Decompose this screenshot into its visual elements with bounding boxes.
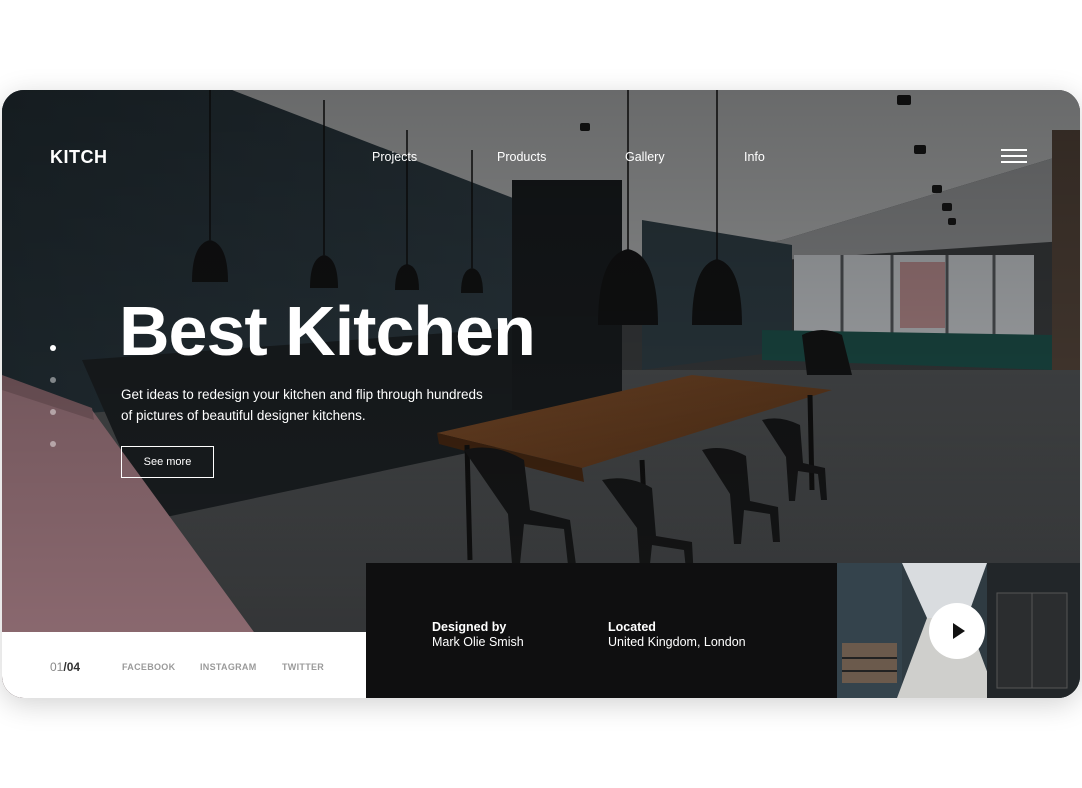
- slider-dot-1[interactable]: [50, 345, 56, 351]
- video-thumbnail[interactable]: [837, 563, 1080, 698]
- play-button[interactable]: [929, 603, 985, 659]
- social-link-twitter[interactable]: TWITTER: [282, 662, 324, 672]
- hero-description-line-2: of pictures of beautiful designer kitche…: [121, 408, 366, 423]
- project-details-panel: Designed by Mark Olie Smish Located Unit…: [366, 563, 838, 698]
- social-link-facebook[interactable]: FACEBOOK: [122, 662, 175, 672]
- designed-by-value: Mark Olie Smish: [432, 635, 524, 649]
- located-value: United Kingdom, London: [608, 635, 746, 649]
- hero-card: KITCH Projects Products Gallery Info Bes…: [2, 90, 1080, 698]
- hero-description-line-1: Get ideas to redesign your kitchen and f…: [121, 387, 483, 402]
- hero-description: Get ideas to redesign your kitchen and f…: [121, 384, 521, 426]
- hero-title: Best Kitchen: [119, 292, 536, 370]
- social-link-instagram[interactable]: INSTAGRAM: [200, 662, 257, 672]
- nav-link-info[interactable]: Info: [744, 150, 765, 164]
- located-label: Located: [608, 620, 656, 634]
- slider-dot-3[interactable]: [50, 409, 56, 415]
- nav-link-projects[interactable]: Projects: [372, 150, 417, 164]
- slider-dot-2[interactable]: [50, 377, 56, 383]
- slide-total: 04: [66, 660, 81, 674]
- slider-dot-4[interactable]: [50, 441, 56, 447]
- nav-link-products[interactable]: Products: [497, 150, 546, 164]
- brand-logo[interactable]: KITCH: [50, 147, 108, 168]
- slide-current: 01: [50, 660, 64, 674]
- nav-link-gallery[interactable]: Gallery: [625, 150, 665, 164]
- hamburger-menu-icon[interactable]: [1001, 149, 1027, 165]
- play-icon: [953, 623, 965, 639]
- slide-counter: 01/04: [50, 660, 80, 674]
- bottom-bar: 01/04 FACEBOOK INSTAGRAM TWITTER: [2, 632, 366, 698]
- see-more-button[interactable]: See more: [121, 446, 214, 478]
- designed-by-label: Designed by: [432, 620, 507, 634]
